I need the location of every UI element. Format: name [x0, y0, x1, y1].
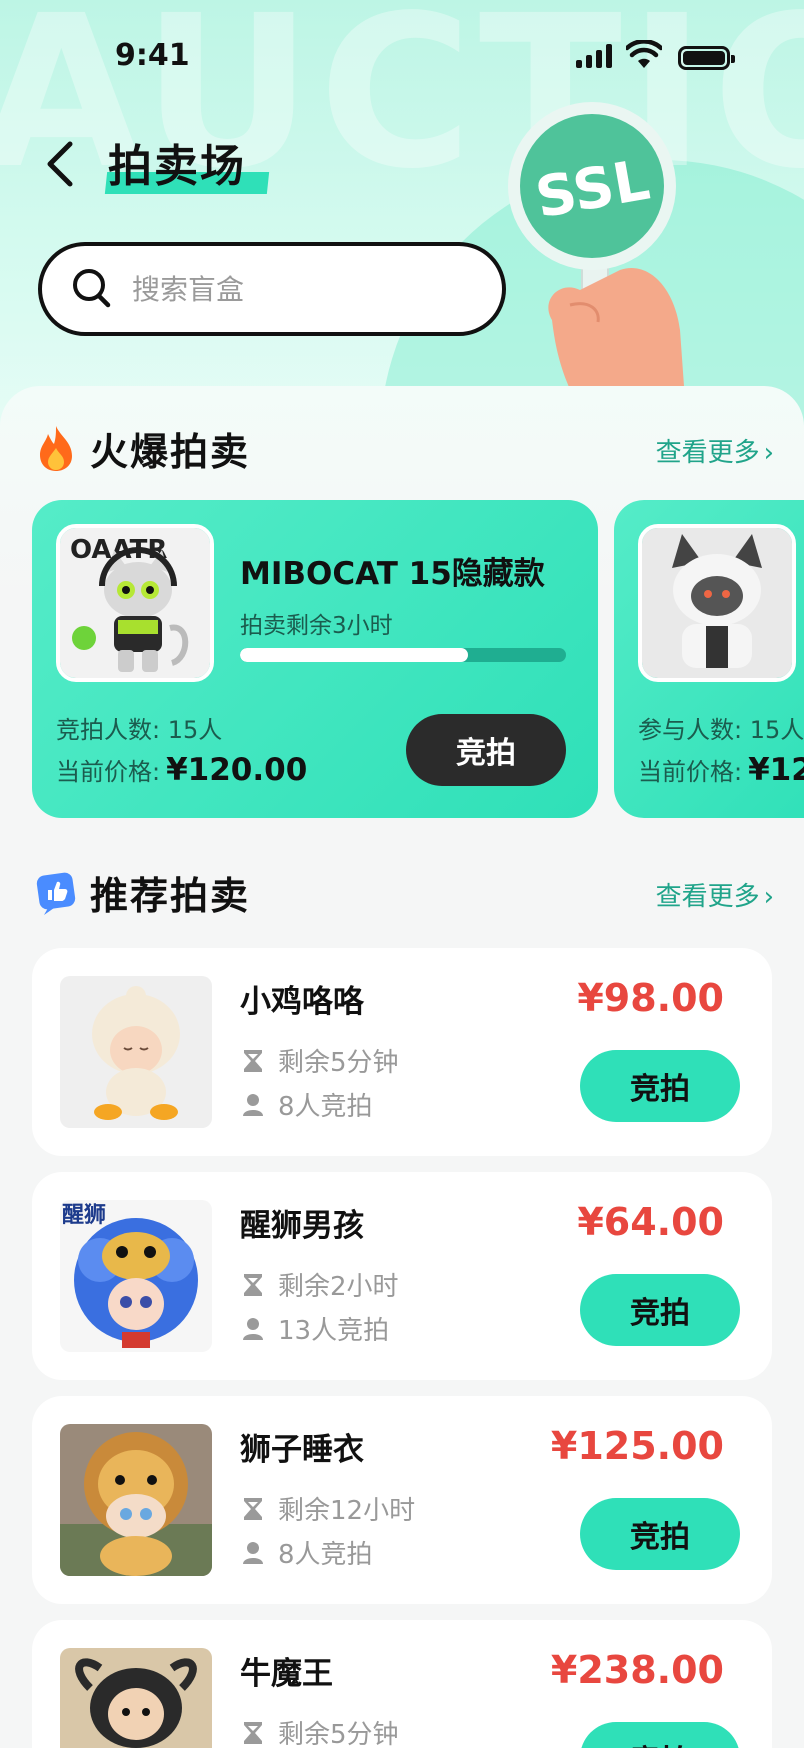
search-icon: [73, 269, 111, 308]
bull-king-doll-image: [60, 1648, 212, 1748]
hot-section-header: 火爆拍卖 查看更多 ›: [34, 418, 774, 478]
chick-doll-image: [60, 976, 212, 1128]
rec-item-price: ¥125.00: [550, 1424, 724, 1468]
time-left-row: 剩余5分钟: [242, 1714, 399, 1748]
hot-section-title: 火爆拍卖: [90, 429, 251, 474]
bid-button[interactable]: 竞拍: [580, 1274, 740, 1346]
page-title: 拍卖场: [108, 141, 246, 192]
participants-label: 竞拍人数:: [56, 716, 161, 744]
rec-item-price: ¥98.00: [577, 976, 724, 1020]
hot-price-row: 当前价格: ¥12: [638, 752, 804, 788]
current-price: ¥120.00: [166, 752, 308, 788]
participants-label: 参与人数:: [638, 716, 743, 744]
rec-item-image: [60, 1424, 212, 1576]
rec-see-more-label: 查看更多: [655, 882, 760, 912]
status-bar: 9:41: [0, 0, 804, 110]
rec-auction-card[interactable]: 小鸡咯咯 剩余5分钟 8人竞拍 ¥98.00 竞拍: [32, 948, 772, 1156]
lion-dance-boy-image: 醒狮: [60, 1200, 212, 1352]
auction-paddle-illustration: SSL: [508, 102, 685, 400]
hot-participants-row: 竞拍人数: 15人: [56, 710, 222, 745]
hot-see-more-label: 查看更多: [655, 438, 760, 468]
rec-auction-card[interactable]: 狮子睡衣 剩余12小时 8人竞拍 ¥125.00 竞拍: [32, 1396, 772, 1604]
rec-item-image: [60, 1648, 212, 1748]
bidders-row: 8人竞拍: [242, 1086, 373, 1123]
hourglass-icon: [244, 1497, 262, 1520]
rec-item-name: 醒狮男孩: [240, 1208, 364, 1244]
user-icon: [243, 1093, 263, 1116]
status-time: 9:41: [115, 38, 190, 73]
user-icon: [243, 1541, 263, 1564]
rec-item-name: 狮子睡衣: [240, 1432, 364, 1468]
bidder-count: 8人竞拍: [278, 1092, 373, 1122]
hot-auction-card[interactable]: 参与人数: 15人 当前价格: ¥12: [614, 500, 804, 818]
bid-button[interactable]: 竞拍: [580, 1722, 740, 1748]
hot-auction-card[interactable]: OAATR MIBOCAT 15隐藏款 拍卖剩余3小时 竞拍人数: 15人 当前…: [32, 500, 598, 818]
lion-pajama-doll-image: [60, 1424, 212, 1576]
hourglass-icon: [244, 1049, 262, 1072]
rec-section-header: 推荐拍卖 查看更多 ›: [34, 862, 774, 922]
time-left-row: 剩余12小时: [242, 1490, 415, 1527]
wifi-icon: [626, 40, 662, 68]
chevron-right-icon: ›: [763, 882, 774, 912]
time-left: 剩余2小时: [278, 1272, 399, 1302]
bidder-count: 13人竞拍: [278, 1316, 390, 1346]
bidders-row: 13人竞拍: [242, 1310, 389, 1347]
back-arrow-icon[interactable]: [40, 136, 80, 192]
price-label: 当前价格:: [56, 758, 161, 786]
hooded-figure-image: [642, 528, 792, 678]
chevron-right-icon: ›: [763, 438, 774, 468]
rec-item-price: ¥64.00: [577, 1200, 724, 1244]
rec-item-image: 醒狮: [60, 1200, 212, 1352]
hot-item-image: OAATR: [56, 524, 214, 682]
auction-progress-bar: [240, 648, 566, 662]
hot-item-name: MIBOCAT 15隐藏款: [240, 556, 545, 592]
user-icon: [243, 1317, 263, 1340]
auction-progress-fill: [240, 648, 469, 662]
hot-item-image: [638, 524, 796, 682]
current-price: ¥12: [748, 752, 804, 788]
hot-item-remaining: 拍卖剩余3小时: [240, 613, 393, 639]
time-left-row: 剩余2小时: [242, 1266, 399, 1303]
time-left-row: 剩余5分钟: [242, 1042, 399, 1079]
participants-count: 15人: [167, 716, 223, 744]
bid-button[interactable]: 竞拍: [580, 1050, 740, 1122]
time-left: 剩余5分钟: [278, 1720, 399, 1748]
time-left: 剩余12小时: [278, 1496, 416, 1526]
fire-icon: [40, 426, 72, 471]
hot-see-more-link[interactable]: 查看更多 ›: [656, 432, 774, 469]
hot-price-row: 当前价格: ¥120.00: [56, 752, 307, 788]
rec-item-name: 小鸡咯咯: [240, 984, 364, 1020]
search-input[interactable]: [132, 272, 472, 306]
rec-auction-card[interactable]: 牛魔王 剩余5分钟 ¥238.00 竞拍: [32, 1620, 772, 1748]
hot-participants-row: 参与人数: 15人: [638, 710, 804, 745]
time-left: 剩余5分钟: [278, 1048, 399, 1078]
hourglass-icon: [244, 1273, 262, 1296]
bid-button[interactable]: 竞拍: [406, 714, 566, 786]
battery-icon: [678, 46, 735, 70]
rec-section-title: 推荐拍卖: [90, 873, 251, 918]
rec-item-price: ¥238.00: [550, 1648, 724, 1692]
rec-see-more-link[interactable]: 查看更多 ›: [656, 876, 774, 913]
thumbs-up-icon: [36, 872, 76, 915]
search-bar[interactable]: [38, 242, 506, 336]
cellular-signal-icon: [576, 44, 612, 68]
rec-item-name: 牛魔王: [240, 1656, 333, 1692]
svg-text:醒狮: 醒狮: [62, 1203, 106, 1228]
page-title-wrap: 拍卖场: [104, 130, 270, 194]
bidders-row: 8人竞拍: [242, 1534, 373, 1571]
hourglass-icon: [244, 1721, 262, 1744]
participants-count: 15人: [749, 716, 804, 744]
bidder-count: 8人竞拍: [278, 1540, 373, 1570]
rec-item-image: [60, 976, 212, 1128]
bid-button[interactable]: 竞拍: [580, 1498, 740, 1570]
price-label: 当前价格:: [638, 758, 743, 786]
rec-auction-card[interactable]: 醒狮 醒狮男孩 剩余2小时 13人竞拍 ¥64.00 竞拍: [32, 1172, 772, 1380]
cat-figure-image: OAATR: [60, 528, 210, 678]
